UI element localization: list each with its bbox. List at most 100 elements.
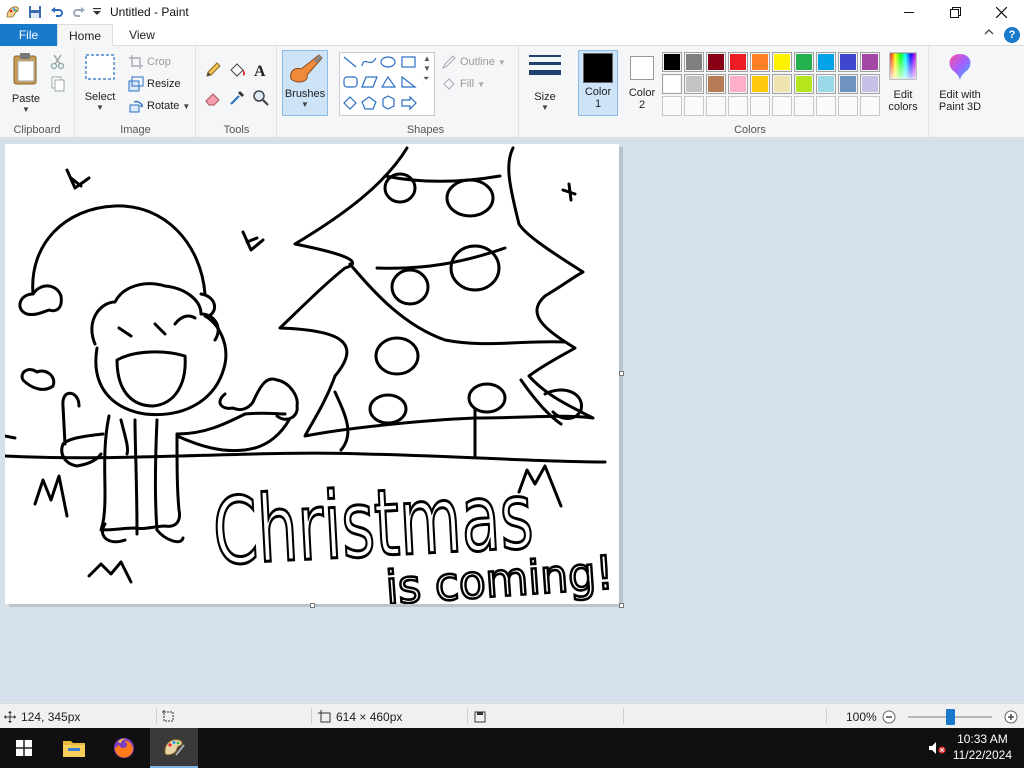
zoom-in-button[interactable]: [1004, 704, 1018, 729]
palette-color-5[interactable]: [750, 52, 770, 72]
custom-color-slot-8[interactable]: [816, 96, 836, 116]
palette-color-20[interactable]: [860, 74, 880, 94]
custom-color-slot-3[interactable]: [706, 96, 726, 116]
restore-button[interactable]: [932, 0, 978, 24]
rotate-button[interactable]: Rotate ▼: [128, 96, 190, 116]
palette-color-13[interactable]: [706, 74, 726, 94]
outline-brush-icon: [441, 55, 456, 70]
taskbar-file-explorer[interactable]: [50, 728, 98, 768]
start-button[interactable]: [0, 728, 48, 768]
magnifier-tool[interactable]: [252, 88, 270, 108]
fill-bucket-icon: [443, 78, 455, 90]
canvas-resize-handle-right[interactable]: [619, 371, 624, 376]
fill-button[interactable]: Fill ▼: [441, 74, 485, 94]
ribbon-tabs: File Home View ?: [0, 24, 1024, 46]
drawing-canvas[interactable]: Christmas is coming!: [5, 144, 619, 604]
custom-color-slot-5[interactable]: [750, 96, 770, 116]
color1-swatch: [583, 53, 613, 83]
customize-toolbar-icon[interactable]: [90, 1, 104, 23]
palette-color-19[interactable]: [838, 74, 858, 94]
resize-label: Resize: [147, 78, 181, 90]
palette-color-16[interactable]: [772, 74, 792, 94]
palette-color-3[interactable]: [706, 52, 726, 72]
scissors-icon: [50, 54, 65, 70]
palette-color-4[interactable]: [728, 52, 748, 72]
brush-icon: [290, 54, 323, 83]
taskbar-firefox[interactable]: [100, 728, 148, 768]
size-button[interactable]: Size ▼: [525, 52, 565, 112]
palette-color-1[interactable]: [662, 52, 682, 72]
palette-color-11[interactable]: [662, 74, 682, 94]
brushes-button[interactable]: Brushes ▼: [282, 50, 328, 116]
undo-icon[interactable]: [46, 1, 68, 23]
palette-color-12[interactable]: [684, 74, 704, 94]
help-icon[interactable]: ?: [1004, 27, 1020, 43]
canvas-resize-handle-bottom[interactable]: [310, 603, 315, 608]
custom-color-slot-2[interactable]: [684, 96, 704, 116]
paste-label: Paste: [11, 93, 41, 105]
palette-color-2[interactable]: [684, 52, 704, 72]
fill-tool[interactable]: [228, 60, 246, 80]
canvas-resize-handle-corner[interactable]: [619, 603, 624, 608]
system-clock[interactable]: 10:33 AM 11/22/2024: [953, 731, 1012, 763]
drawing: Christmas is coming!: [5, 146, 617, 604]
eraser-tool[interactable]: [204, 88, 222, 108]
save-icon[interactable]: [24, 1, 46, 23]
tab-home[interactable]: Home: [57, 24, 113, 46]
paint-app-icon[interactable]: [2, 1, 24, 23]
custom-color-slot-1[interactable]: [662, 96, 682, 116]
crop-label: Crop: [147, 56, 171, 68]
custom-color-slot-7[interactable]: [794, 96, 814, 116]
palette-color-9[interactable]: [838, 52, 858, 72]
palette-color-7[interactable]: [794, 52, 814, 72]
firefox-icon: [114, 738, 134, 758]
palette-color-18[interactable]: [816, 74, 836, 94]
volume-muted-button[interactable]: [922, 728, 952, 768]
collapse-ribbon-icon[interactable]: [984, 28, 994, 39]
custom-color-slot-6[interactable]: [772, 96, 792, 116]
file-size: [474, 704, 486, 729]
palette-color-17[interactable]: [794, 74, 814, 94]
palette-color-6[interactable]: [772, 52, 792, 72]
palette-color-10[interactable]: [860, 52, 880, 72]
text-tool[interactable]: A: [252, 60, 270, 80]
zoom-out-button[interactable]: [882, 704, 896, 729]
palette-color-15[interactable]: [750, 74, 770, 94]
windows-logo-icon: [16, 740, 32, 756]
custom-color-slot-4[interactable]: [728, 96, 748, 116]
colors-group-label: Colors: [734, 124, 766, 136]
outline-button[interactable]: Outline ▼: [441, 52, 506, 72]
paint3d-line1: Edit with: [939, 89, 981, 101]
tab-file[interactable]: File: [0, 24, 57, 46]
copy-button[interactable]: [50, 74, 66, 94]
selection-icon: [162, 710, 174, 722]
palette-color-14[interactable]: [728, 74, 748, 94]
taskbar-paint[interactable]: [150, 728, 198, 768]
redo-icon[interactable]: [68, 1, 90, 23]
palette-color-8[interactable]: [816, 52, 836, 72]
paint-palette-icon: [164, 739, 185, 756]
clock-time: 10:33 AM: [957, 732, 1008, 746]
shapes-gallery[interactable]: [339, 52, 435, 116]
edit-colors-line2: colors: [888, 101, 918, 113]
edit-colors-line1: Edit: [893, 89, 913, 101]
edit-colors-button[interactable]: Edit colors: [882, 52, 924, 113]
resize-button[interactable]: Resize: [128, 74, 181, 94]
paste-button[interactable]: Paste ▼: [6, 52, 46, 114]
tab-view[interactable]: View: [116, 24, 168, 46]
color1-button[interactable]: Color 1: [578, 50, 618, 116]
minimize-button[interactable]: [886, 0, 932, 24]
clipboard-group: Paste ▼ Clipboard: [0, 46, 75, 138]
select-button[interactable]: Select ▼: [82, 52, 118, 112]
custom-color-slot-10[interactable]: [860, 96, 880, 116]
color-picker-tool[interactable]: [228, 88, 246, 108]
crop-button[interactable]: Crop: [128, 52, 171, 72]
zoom-slider-thumb[interactable]: [946, 709, 955, 725]
color2-button[interactable]: Color 2: [622, 50, 662, 111]
cut-button[interactable]: [50, 52, 66, 72]
edit-with-paint3d-button[interactable]: Edit with Paint 3D: [934, 52, 986, 113]
close-button[interactable]: [978, 0, 1024, 24]
svg-text:A: A: [254, 63, 266, 79]
custom-color-slot-9[interactable]: [838, 96, 858, 116]
pencil-tool[interactable]: [204, 60, 222, 80]
